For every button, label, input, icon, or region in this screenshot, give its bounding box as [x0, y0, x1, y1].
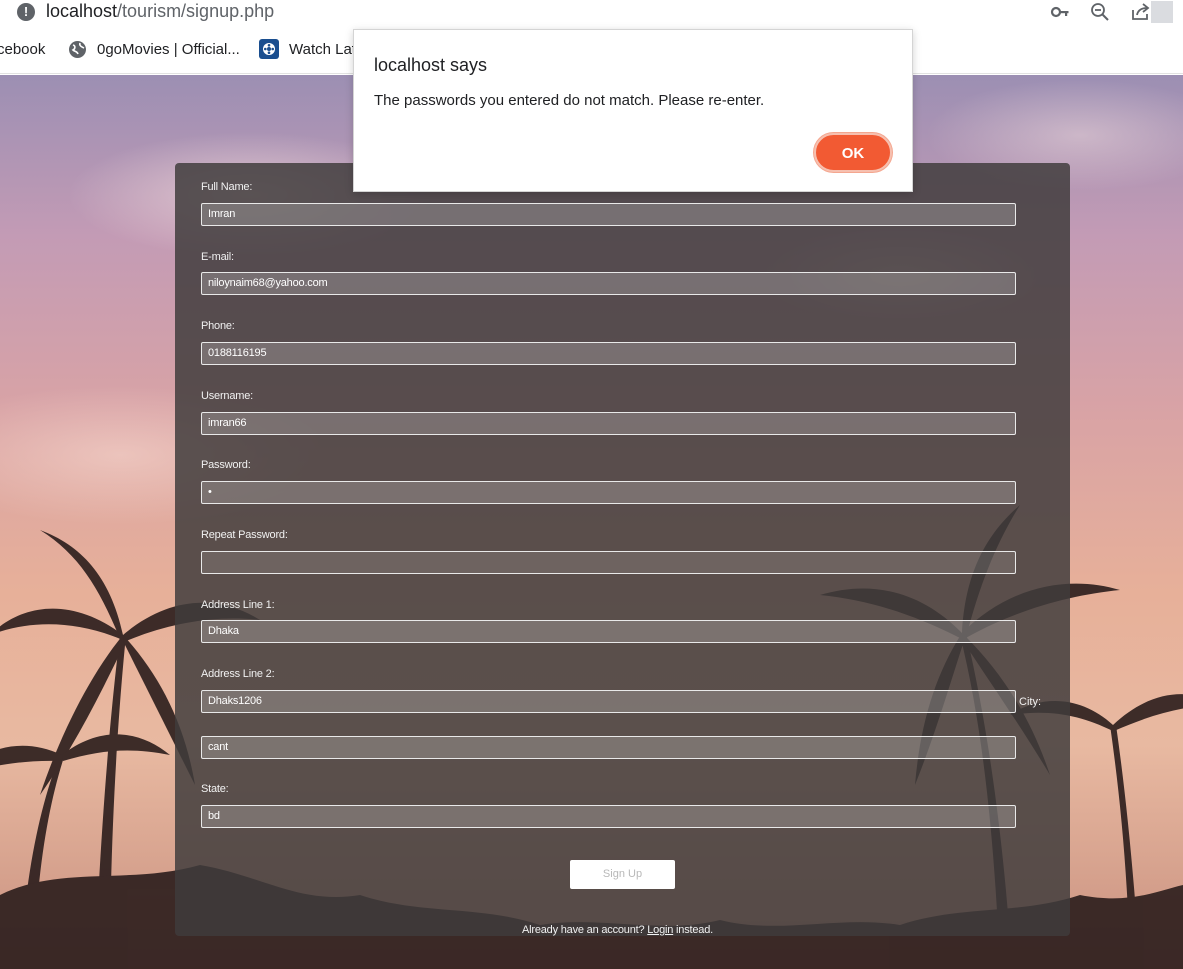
url-field[interactable]: localhost/tourism/signup.php	[46, 1, 274, 22]
url-host: localhost	[46, 1, 118, 21]
password-input[interactable]: •	[201, 481, 1016, 504]
bookmark-facebook[interactable]: cebook	[0, 41, 45, 58]
toolbar-divider	[1151, 1, 1173, 23]
film-reel-icon	[259, 39, 279, 59]
dialog-message: The passwords you entered do not match. …	[374, 92, 765, 109]
sign-up-button[interactable]: Sign Up	[570, 860, 675, 889]
site-info-icon[interactable]: !	[17, 3, 35, 21]
ok-button[interactable]: OK	[814, 133, 892, 172]
address-line-1-label: Address Line 1:	[201, 599, 275, 611]
full-name-label: Full Name:	[201, 181, 253, 193]
address-line-2-label: Address Line 2:	[201, 668, 275, 680]
already-have-account-text: Already have an account?	[522, 924, 645, 936]
repeat-password-input[interactable]	[201, 551, 1016, 574]
instead-text: instead.	[676, 924, 713, 936]
bookmark-0gomovies[interactable]: 0goMovies | Official...	[97, 41, 240, 58]
password-label: Password:	[201, 459, 251, 471]
email-input[interactable]: niloynaim68@yahoo.com	[201, 272, 1016, 295]
phone-label: Phone:	[201, 320, 235, 332]
url-path: /tourism/signup.php	[117, 1, 275, 21]
page-background: Full Name: Imran E-mail: niloynaim68@yah…	[0, 75, 1183, 969]
dialog-title: localhost says	[374, 55, 488, 75]
username-input[interactable]: imran66	[201, 412, 1016, 435]
repeat-password-label: Repeat Password:	[201, 529, 288, 541]
address-bar: ! localhost/tourism/signup.php	[0, 0, 1183, 26]
address-line-2-input[interactable]: Dhaks1206	[201, 690, 1016, 713]
phone-input[interactable]: 0188116195	[201, 342, 1016, 365]
share-icon[interactable]	[1129, 1, 1151, 23]
signup-form: Full Name: Imran E-mail: niloynaim68@yah…	[175, 163, 1070, 936]
login-link[interactable]: Login	[647, 924, 673, 936]
city-label: City:	[1019, 696, 1041, 708]
email-label: E-mail:	[201, 251, 234, 263]
address-line-1-input[interactable]: Dhaka	[201, 620, 1016, 643]
globe-icon	[68, 40, 87, 59]
alert-dialog: localhost says The passwords you entered…	[353, 29, 913, 192]
bookmark-watch-lat[interactable]: Watch Lat	[289, 41, 356, 58]
key-icon[interactable]	[1049, 1, 1071, 23]
city-input[interactable]: cant	[201, 736, 1016, 759]
zoom-out-icon[interactable]	[1089, 1, 1111, 23]
url-actions	[1023, 1, 1183, 23]
username-label: Username:	[201, 390, 253, 402]
state-input[interactable]: bd	[201, 805, 1016, 828]
state-label: State:	[201, 783, 229, 795]
full-name-input[interactable]: Imran	[201, 203, 1016, 226]
login-prompt: Already have an account? Login instead.	[522, 924, 713, 936]
